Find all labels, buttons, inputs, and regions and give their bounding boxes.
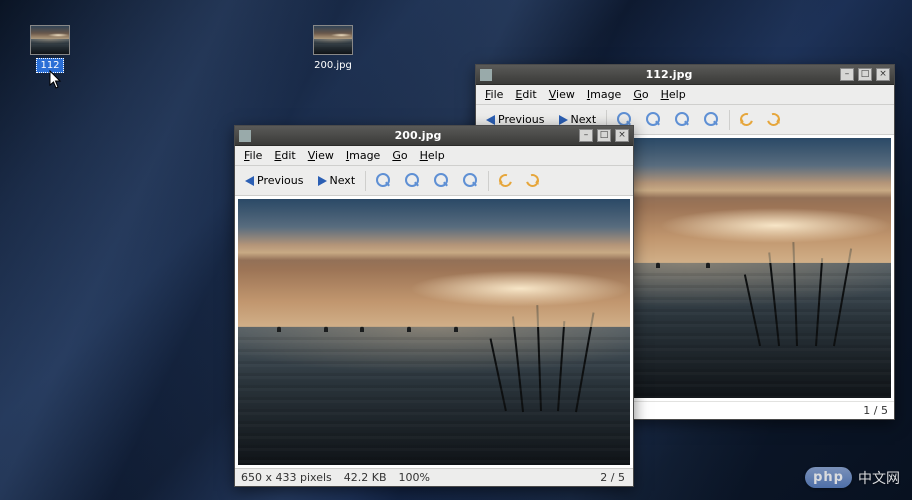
menu-file[interactable]: File (239, 147, 267, 164)
image-viewer-window-200[interactable]: 200.jpg – □ × File Edit View Image Go He… (234, 125, 634, 487)
zoom-fit-icon (463, 173, 478, 188)
zoom-100-icon (434, 173, 449, 188)
menu-go[interactable]: Go (628, 86, 653, 103)
titlebar[interactable]: 200.jpg – □ × (235, 126, 633, 146)
zoom-out-icon (646, 112, 661, 127)
thumbnail-icon (30, 25, 70, 55)
rotate-right-icon (524, 172, 542, 190)
desktop: 112 200.jpg 112.jpg – □ × File Edit View… (0, 0, 912, 500)
toolbar: Previous Next (235, 166, 633, 196)
arrow-right-icon (318, 176, 327, 186)
zoom-100-icon (675, 112, 690, 127)
zoom-out-button[interactable] (642, 110, 665, 129)
desktop-icon-200[interactable]: 200.jpg (298, 25, 368, 72)
app-icon (239, 130, 251, 142)
menu-image[interactable]: Image (341, 147, 385, 164)
zoom-fit-icon (704, 112, 719, 127)
thumbnail-icon (313, 25, 353, 55)
zoom-100-button[interactable] (671, 110, 694, 129)
rotate-right-button[interactable] (763, 111, 784, 128)
menubar: File Edit View Image Go Help (235, 146, 633, 166)
statusbar: 650 x 433 pixels 42.2 KB 100% 2 / 5 (235, 468, 633, 486)
zoom-100-button[interactable] (430, 171, 453, 190)
status-dimensions: 650 x 433 pixels (241, 471, 344, 484)
separator (365, 171, 366, 191)
rotate-left-button[interactable] (495, 172, 516, 189)
watermark-text: 中文网 (858, 468, 900, 488)
arrow-left-icon (486, 115, 495, 125)
maximize-button[interactable]: □ (597, 129, 611, 142)
previous-label: Previous (257, 174, 304, 187)
desktop-icon-112[interactable]: 112 (15, 25, 85, 73)
rotate-right-button[interactable] (522, 172, 543, 189)
desktop-icon-label: 200.jpg (311, 59, 355, 72)
app-icon (480, 69, 492, 81)
zoom-fit-button[interactable] (700, 110, 723, 129)
mouse-cursor (49, 70, 63, 90)
menu-help[interactable]: Help (415, 147, 450, 164)
status-zoom: 100% (399, 471, 442, 484)
zoom-out-button[interactable] (401, 171, 424, 190)
close-button[interactable]: × (615, 129, 629, 142)
previous-button[interactable]: Previous (241, 172, 308, 189)
next-button[interactable]: Next (314, 172, 360, 189)
status-filesize: 42.2 KB (344, 471, 399, 484)
menu-image[interactable]: Image (582, 86, 626, 103)
viewer-body (235, 196, 633, 468)
menu-edit[interactable]: Edit (269, 147, 300, 164)
window-title: 112.jpg (498, 68, 840, 81)
menu-go[interactable]: Go (387, 147, 412, 164)
status-counter: 2 / 5 (600, 471, 627, 484)
zoom-in-icon (376, 173, 391, 188)
menu-edit[interactable]: Edit (510, 86, 541, 103)
desktop-icon-label: 112 (36, 58, 63, 73)
rotate-left-icon (497, 172, 515, 190)
zoom-out-icon (405, 173, 420, 188)
menubar: File Edit View Image Go Help (476, 85, 894, 105)
menu-file[interactable]: File (480, 86, 508, 103)
watermark: php 中文网 (805, 467, 900, 488)
menu-view[interactable]: View (303, 147, 339, 164)
displayed-image (238, 199, 630, 465)
arrow-right-icon (559, 115, 568, 125)
separator (729, 110, 730, 130)
menu-help[interactable]: Help (656, 86, 691, 103)
zoom-fit-button[interactable] (459, 171, 482, 190)
rotate-left-button[interactable] (736, 111, 757, 128)
menu-view[interactable]: View (544, 86, 580, 103)
maximize-button[interactable]: □ (858, 68, 872, 81)
zoom-in-button[interactable] (372, 171, 395, 190)
next-label: Next (330, 174, 356, 187)
separator (488, 171, 489, 191)
minimize-button[interactable]: – (579, 129, 593, 142)
titlebar[interactable]: 112.jpg – □ × (476, 65, 894, 85)
rotate-right-icon (765, 111, 783, 129)
minimize-button[interactable]: – (840, 68, 854, 81)
close-button[interactable]: × (876, 68, 890, 81)
rotate-left-icon (738, 111, 756, 129)
image-area[interactable] (235, 196, 633, 468)
watermark-pill: php (805, 467, 852, 488)
arrow-left-icon (245, 176, 254, 186)
window-title: 200.jpg (257, 129, 579, 142)
